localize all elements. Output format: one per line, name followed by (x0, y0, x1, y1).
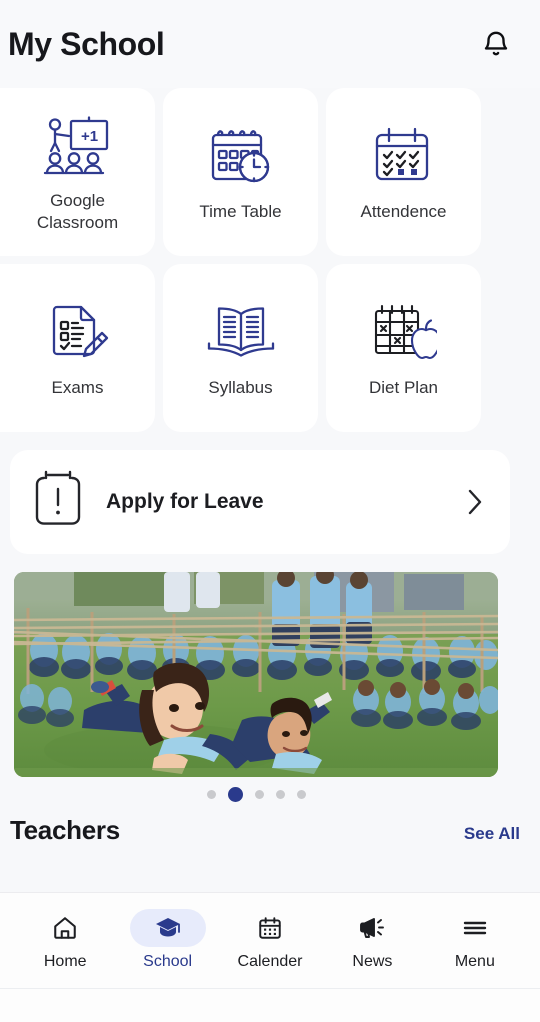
bottom-navigation: Home School Calender News Menu (0, 892, 540, 1022)
tile-label: Syllabus (208, 378, 273, 398)
chevron-right-icon (464, 486, 486, 518)
tile-label: Diet Plan (369, 378, 438, 398)
tile-label: Attendence (360, 202, 447, 222)
feature-grid-row: +1 Google Classroom Time Table Attendenc… (0, 88, 540, 256)
carousel-dot[interactable] (275, 789, 285, 799)
nav-item-home[interactable]: Home (14, 909, 116, 971)
teacher-whiteboard-icon: +1 (43, 110, 113, 182)
apply-leave-section: Apply for Leave (0, 432, 540, 554)
app-screen: My School +1 Google Classroom Time Table… (0, 0, 540, 1022)
tile-diet-plan[interactable]: Diet Plan (326, 264, 481, 432)
carousel-dot-active[interactable] (227, 786, 243, 802)
nav-label: Menu (454, 953, 495, 970)
calendar-checks-icon (371, 121, 437, 193)
hamburger-menu-icon (463, 921, 487, 935)
app-header: My School (0, 0, 540, 88)
home-icon (54, 917, 76, 939)
apply-leave-label: Apply for Leave (106, 490, 264, 513)
carousel-dot[interactable] (254, 789, 264, 799)
teachers-section-header: Teachers See All (0, 811, 540, 846)
nav-label: Calender (237, 953, 303, 970)
nav-active-pill (129, 909, 206, 947)
see-all-link[interactable]: See All (464, 824, 520, 844)
calendar-apple-icon (371, 297, 437, 369)
tile-time-table[interactable]: Time Table (163, 88, 318, 256)
nav-label: News (352, 953, 393, 970)
tile-label: Time Table (199, 202, 282, 222)
notification-bell-button[interactable] (474, 22, 518, 66)
nav-item-news[interactable]: News (321, 909, 423, 971)
feature-grid: +1 Google Classroom Time Table Attendenc… (0, 88, 540, 432)
carousel-dot[interactable] (296, 789, 306, 799)
carousel-slide[interactable] (14, 572, 498, 777)
nav-item-menu[interactable]: Menu (424, 909, 526, 971)
megaphone-icon (360, 918, 385, 938)
feature-grid-row: Exams Syllabus Diet Plan (0, 264, 540, 432)
open-book-icon (206, 297, 276, 369)
bell-icon (484, 31, 508, 56)
calendar-icon (259, 917, 281, 939)
apply-for-leave-card[interactable]: Apply for Leave (10, 450, 510, 554)
tile-syllabus[interactable]: Syllabus (163, 264, 318, 432)
nav-bottom-divider (0, 988, 540, 989)
nav-label: Home (43, 953, 87, 970)
tile-label: Google Classroom (36, 191, 119, 232)
tile-attendence[interactable]: Attendence (326, 88, 481, 256)
nav-item-calender[interactable]: Calender (219, 909, 321, 971)
nav-label: School (143, 953, 193, 970)
banner-carousel-section (0, 554, 540, 811)
tile-google-classroom[interactable]: +1 Google Classroom (0, 88, 155, 256)
svg-text:+1: +1 (81, 128, 98, 145)
tile-exams[interactable]: Exams (0, 264, 155, 432)
calendar-clock-icon (208, 121, 274, 193)
document-checklist-pencil-icon (46, 297, 110, 369)
school-event-photo (14, 572, 498, 777)
carousel-dots (14, 777, 498, 811)
clipboard-exclamation-icon (32, 469, 84, 536)
teachers-title: Teachers (10, 815, 120, 845)
carousel-dot[interactable] (206, 789, 216, 799)
nav-item-school[interactable]: School (116, 909, 218, 971)
graduation-cap-icon (155, 918, 180, 937)
tile-label: Exams (51, 378, 104, 398)
page-title: My School (8, 25, 165, 62)
